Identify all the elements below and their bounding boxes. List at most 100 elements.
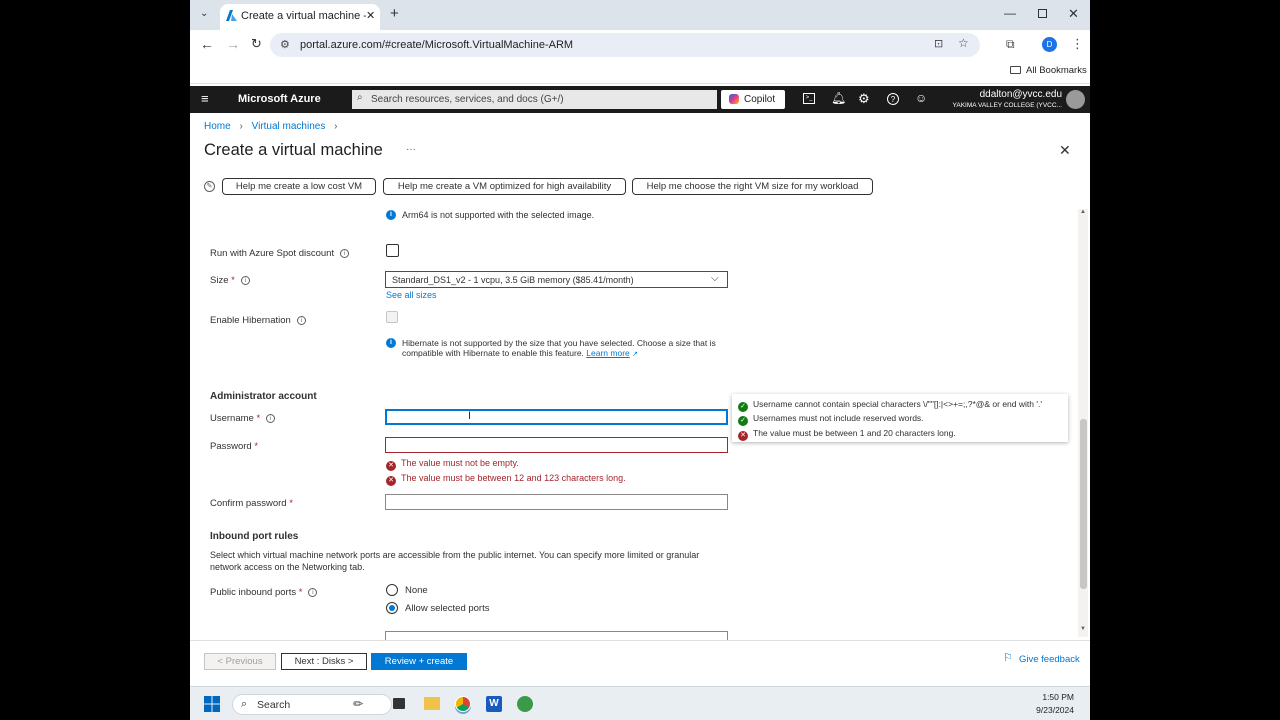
windows-start-icon[interactable] <box>204 696 220 717</box>
azure-search-box[interactable]: ⌕ Search resources, services, and docs (… <box>352 90 717 109</box>
footer-action-bar: < Previous Next : Disks > Review + creat… <box>190 640 1090 686</box>
search-placeholder: Search resources, services, and docs (G+… <box>371 94 564 105</box>
user-org[interactable]: YAKIMA VALLEY COLLEGE (YVCC... <box>953 102 1062 109</box>
azure-top-bar: ≡ Microsoft Azure ⌕ Search resources, se… <box>190 86 1090 113</box>
hibernate-notice-line1: Hibernate is not supported by the size t… <box>402 338 716 348</box>
radio-none-label[interactable]: None <box>405 585 428 596</box>
minimize-icon[interactable]: — <box>1004 6 1016 20</box>
scrollbar-track[interactable]: ▲ ▼ <box>1078 209 1088 637</box>
hibernation-checkbox <box>386 311 398 323</box>
admin-section-title: Administrator account <box>210 391 317 402</box>
word-icon[interactable]: W <box>486 696 502 712</box>
error-icon: ✕ <box>386 461 396 471</box>
browser-tab[interactable]: Create a virtual machine - Micr ✕ <box>220 4 380 30</box>
scroll-up-arrow-icon[interactable]: ▲ <box>1080 209 1086 215</box>
username-label: Username * i <box>210 413 276 424</box>
browser-tab-strip: ⌄ Create a virtual machine - Micr ✕ + — … <box>190 0 1090 30</box>
task-view-icon[interactable] <box>393 698 405 709</box>
scroll-down-arrow-icon[interactable]: ▼ <box>1080 626 1086 632</box>
all-bookmarks-link[interactable]: All Bookmarks <box>1026 65 1087 76</box>
extensions-icon[interactable]: ⧉ <box>1006 37 1015 52</box>
tooltip-rule: ✓ Usernames must not include reserved wor… <box>738 413 924 426</box>
error-icon: ✕ <box>386 476 396 486</box>
new-tab-icon[interactable]: + <box>390 5 399 22</box>
info-circle-icon[interactable]: i <box>308 587 318 597</box>
settings-gear-icon[interactable]: ⚙ <box>858 91 870 107</box>
info-circle-icon[interactable]: i <box>296 315 306 325</box>
password-label: Password * <box>210 441 258 452</box>
reload-icon[interactable]: ↻ <box>251 36 262 52</box>
password-error-length: ✕ The value must be between 12 and 123 ch… <box>386 473 626 486</box>
feedback-icon[interactable]: ☺ <box>915 91 927 105</box>
address-bar[interactable]: ⚙ portal.azure.com/#create/Microsoft.Vir… <box>270 33 980 57</box>
tab-close-icon[interactable]: ✕ <box>366 9 375 22</box>
scrollbar-thumb[interactable] <box>1080 419 1087 589</box>
hamburger-menu-icon[interactable]: ≡ <box>201 91 209 106</box>
chrome-icon[interactable] <box>455 696 471 712</box>
give-feedback-link[interactable]: Give feedback <box>1019 654 1080 665</box>
password-error-text: The value must not be empty. <box>401 458 519 468</box>
user-email[interactable]: ddalton@yvcc.edu <box>980 89 1062 100</box>
info-circle-icon[interactable]: i <box>266 413 276 423</box>
taskbar-search-label: Search <box>257 699 291 711</box>
see-all-sizes-link[interactable]: See all sizes <box>386 290 437 300</box>
bookmark-star-icon[interactable]: ☆ <box>958 36 969 50</box>
breadcrumb-home[interactable]: Home <box>204 121 231 132</box>
close-window-icon[interactable]: ✕ <box>1068 6 1079 22</box>
info-circle-icon[interactable]: i <box>340 248 350 258</box>
copilot-button[interactable]: Copilot <box>721 90 785 109</box>
success-check-icon: ✓ <box>738 416 748 426</box>
help-low-cost-vm-button[interactable]: Help me create a low cost VM <box>222 178 376 195</box>
review-create-button[interactable]: Review + create <box>371 653 467 670</box>
confirm-password-input[interactable] <box>385 494 728 510</box>
tooltip-rule-text: Username cannot contain special characte… <box>753 399 1042 409</box>
radio-allow-selected-ports[interactable] <box>386 602 398 614</box>
user-avatar[interactable] <box>1066 90 1085 109</box>
text-cursor-icon: I <box>468 410 472 422</box>
tab-search-chevron-icon[interactable]: ⌄ <box>200 8 208 19</box>
clock-time[interactable]: 1:50 PM <box>1042 692 1074 702</box>
hibernate-notice-text: compatible with Hibernate to enable this… <box>402 348 584 358</box>
more-options-icon[interactable]: ··· <box>406 144 416 155</box>
spot-discount-checkbox[interactable] <box>386 244 399 257</box>
breadcrumb-virtual-machines[interactable]: Virtual machines <box>252 121 326 132</box>
select-inbound-ports-dropdown[interactable] <box>385 631 728 640</box>
username-input[interactable] <box>385 409 728 425</box>
notifications-icon[interactable]: 🔔︎ <box>831 91 846 105</box>
help-high-availability-button[interactable]: Help me create a VM optimized for high a… <box>383 178 626 195</box>
password-input[interactable] <box>385 437 728 453</box>
cloud-shell-icon[interactable]: >_ <box>803 93 815 104</box>
copilot-icon <box>729 94 739 104</box>
back-icon[interactable]: ← <box>200 36 214 52</box>
radio-none[interactable] <box>386 584 398 596</box>
browser-toolbar: ← → ↻ ⚙ portal.azure.com/#create/Microso… <box>190 30 1090 60</box>
confirm-password-text: Confirm password <box>210 498 287 509</box>
username-rules-tooltip: ✓ Username cannot contain special charact… <box>732 394 1068 442</box>
page-title: Create a virtual machine <box>204 141 383 159</box>
browser-menu-icon[interactable]: ⋮ <box>1071 36 1084 52</box>
file-explorer-icon[interactable] <box>424 697 440 710</box>
restore-icon[interactable] <box>1038 9 1047 18</box>
size-dropdown[interactable]: Standard_DS1_v2 - 1 vcpu, 3.5 GiB memory… <box>385 271 728 288</box>
password-error-text: The value must be between 12 and 123 cha… <box>401 473 626 483</box>
taskbar-search-box[interactable]: ⌕ Search ✏ <box>232 694 392 715</box>
help-choose-size-button[interactable]: Help me choose the right VM size for my … <box>632 178 873 195</box>
help-icon[interactable]: ? <box>887 93 899 105</box>
profile-avatar[interactable]: D <box>1042 37 1057 52</box>
info-circle-icon[interactable]: i <box>240 275 250 285</box>
next-disks-button[interactable]: Next : Disks > <box>281 653 367 670</box>
install-app-icon[interactable]: ⊡ <box>934 37 943 50</box>
azure-brand[interactable]: Microsoft Azure <box>238 93 321 105</box>
error-icon: ✕ <box>738 431 748 441</box>
search-icon: ⌕ <box>357 92 363 103</box>
forward-icon[interactable]: → <box>226 36 240 52</box>
password-error-empty: ✕ The value must not be empty. <box>386 458 519 471</box>
radio-allow-label[interactable]: Allow selected ports <box>405 603 489 614</box>
size-label: Size * i <box>210 275 250 286</box>
close-blade-icon[interactable]: ✕ <box>1059 142 1071 159</box>
site-info-icon[interactable]: ⚙ <box>280 38 290 51</box>
app-icon[interactable] <box>517 696 533 712</box>
inbound-description-line2: network access on the Networking tab. <box>210 562 365 572</box>
learn-more-link[interactable]: Learn more <box>586 348 629 358</box>
clock-date[interactable]: 9/23/2024 <box>1036 705 1074 715</box>
